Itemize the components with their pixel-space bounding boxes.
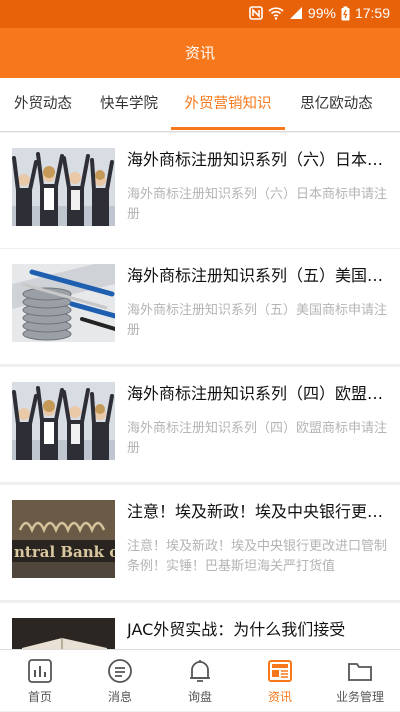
- nav-inquiries-label: 询盘: [187, 690, 212, 704]
- tab-trade-news[interactable]: 外贸动态: [0, 78, 86, 132]
- nav-home[interactable]: 首页: [0, 650, 80, 712]
- nav-messages-label: 消息: [107, 690, 132, 704]
- article-title: 海外商标注册知识系列（四）欧盟商标申请注册: [127, 384, 393, 403]
- article-title: 海外商标注册知识系列（六）日本商标申请注册: [127, 150, 393, 169]
- article-title: 注意！埃及新政！埃及中央银行更改进口管制条例！: [127, 502, 393, 521]
- nav-news[interactable]: 资讯: [240, 650, 320, 712]
- list-item[interactable]: ntral Bank of E 注意！埃及新政！埃及中央银行更改进口管制条例！ …: [0, 485, 400, 600]
- status-bar-right: 99% 17:59: [249, 5, 390, 21]
- tab-company-news[interactable]: 思亿欧动态: [285, 78, 388, 132]
- nfc-icon: [249, 6, 263, 20]
- chart-icon: [28, 659, 52, 683]
- article-title: JAC外贸实战：为什么我们接受: [127, 620, 346, 639]
- article-summary: 海外商标注册知识系列（六）日本商标申请注册: [127, 187, 388, 222]
- list-item[interactable]: 海外商标注册知识系列（五）美国商标申请注册 海外商标注册知识系列（五）美国商标申…: [0, 249, 400, 364]
- article-summary: 注意！埃及新政！埃及中央银行更改进口管制条例！实锤！巴基斯坦海关严打货值: [127, 539, 388, 574]
- list-item[interactable]: 海外商标注册知识系列（六）日本商标申请注册 海外商标注册知识系列（六）日本商标申…: [0, 133, 400, 248]
- tab-active-indicator: [171, 127, 285, 130]
- article-thumbnail: ntral Bank of E: [12, 500, 115, 578]
- battery-level: 99%: [307, 5, 336, 21]
- nav-inquiries[interactable]: 询盘: [160, 650, 240, 712]
- article-thumbnail: [12, 148, 115, 226]
- article-summary: 海外商标注册知识系列（五）美国商标申请注册: [127, 303, 388, 338]
- article-summary: 海外商标注册知识系列（四）欧盟商标申请注册: [127, 421, 388, 456]
- message-icon: [108, 659, 132, 683]
- tab-express-academy[interactable]: 快车学院: [86, 78, 172, 132]
- nav-business-management[interactable]: 业务管理: [320, 650, 400, 712]
- tab-marketing-knowledge[interactable]: 外贸营销知识: [171, 78, 285, 132]
- bell-icon: [190, 660, 210, 682]
- article-thumbnail: [12, 382, 115, 460]
- folder-icon: [348, 663, 372, 681]
- wifi-icon: [268, 7, 284, 20]
- list-item[interactable]: 海外商标注册知识系列（四）欧盟商标申请注册 海外商标注册知识系列（四）欧盟商标申…: [0, 367, 400, 482]
- category-tabs: 外贸动态 快车学院 外贸营销知识 思亿欧动态: [0, 78, 400, 132]
- nav-news-label: 资讯: [267, 690, 292, 704]
- nav-home-label: 首页: [27, 690, 52, 704]
- article-list[interactable]: 海外商标注册知识系列（六）日本商标申请注册 海外商标注册知识系列（六）日本商标申…: [0, 133, 400, 649]
- article-thumbnail: [12, 264, 115, 342]
- clock: 17:59: [354, 5, 390, 21]
- bottom-tab-bar: 首页 消息 询盘 资讯 业务管理: [0, 649, 400, 711]
- page-title: 资讯: [0, 28, 400, 78]
- article-thumbnail: [12, 618, 115, 649]
- article-title: 海外商标注册知识系列（五）美国商标申请注册: [127, 266, 393, 285]
- nav-messages[interactable]: 消息: [80, 650, 160, 712]
- list-item[interactable]: JAC外贸实战：为什么我们接受: [0, 603, 400, 649]
- news-icon: [268, 660, 292, 682]
- nav-business-management-label: 业务管理: [335, 690, 384, 704]
- battery-icon: [341, 6, 350, 20]
- signal-icon: [289, 7, 302, 19]
- status-bar: 99% 17:59: [0, 0, 400, 28]
- svg-text:ntral Bank of E: ntral Bank of E: [14, 543, 115, 561]
